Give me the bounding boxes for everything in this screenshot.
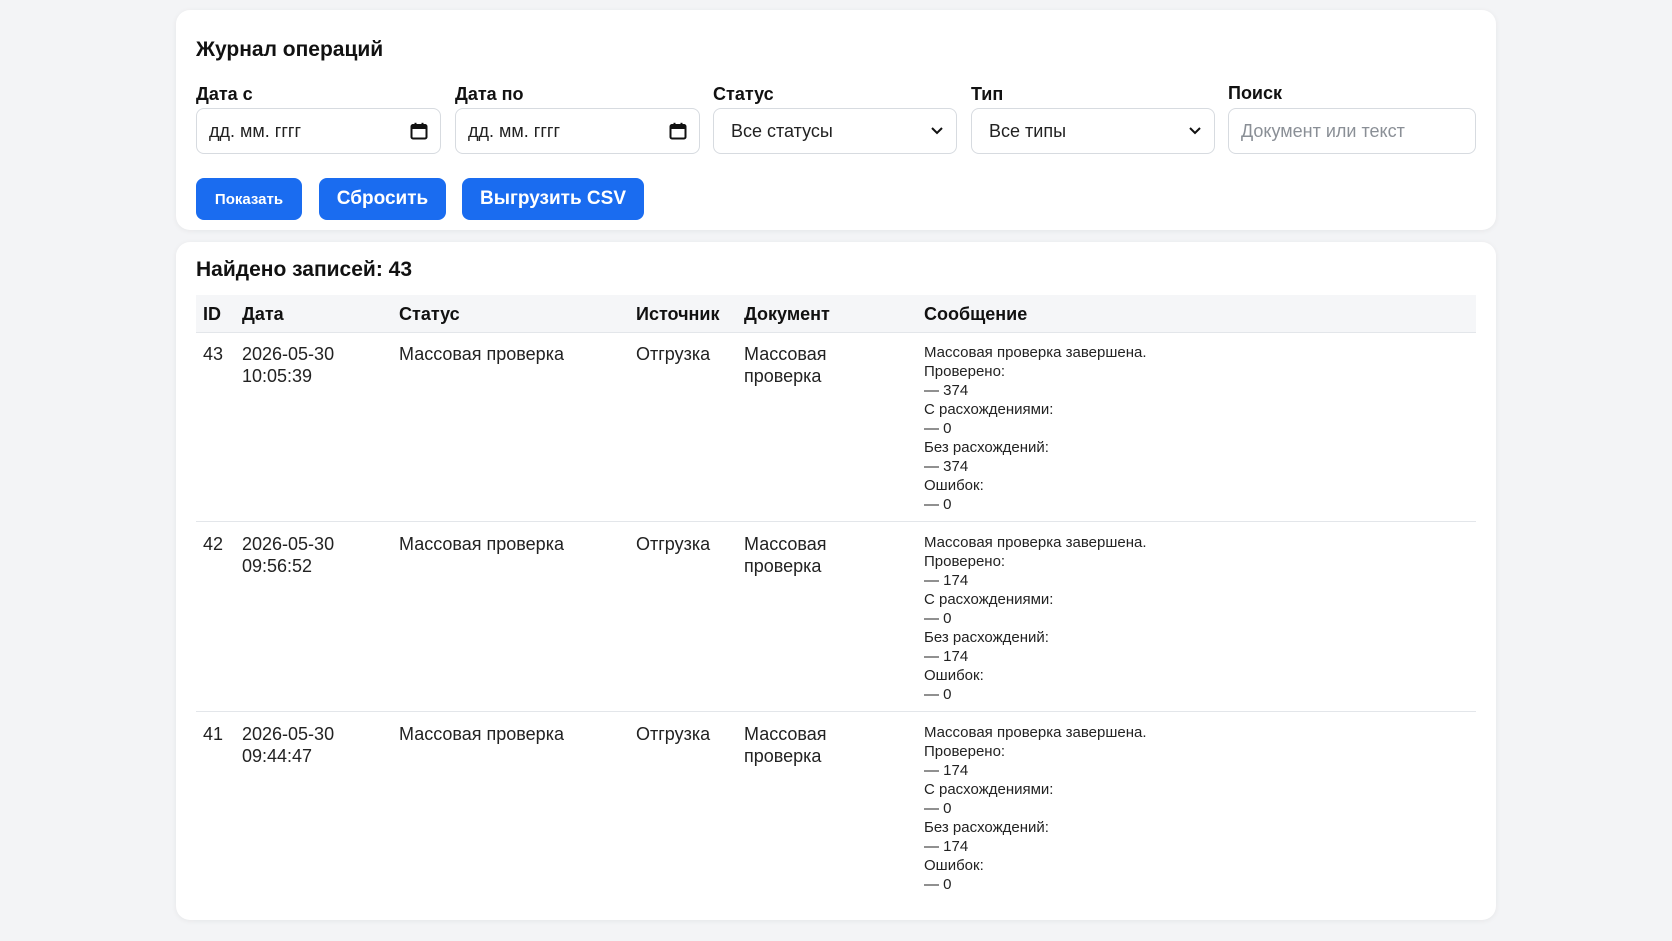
message-line: — 174: [924, 762, 969, 779]
reset-button[interactable]: Сбросить: [319, 178, 446, 220]
column-header-status: Статус: [399, 304, 460, 324]
date-from-value: дд. мм. гггг: [209, 120, 302, 141]
date-from-label: Дата с: [196, 84, 253, 104]
message-line: — 0: [924, 420, 952, 437]
calendar-icon[interactable]: [669, 122, 687, 140]
date-to-input[interactable]: дд. мм. гггг: [455, 108, 700, 154]
row-document-line: проверка: [744, 746, 822, 766]
table-row: 41 2026-05-30 09:44:47 Массовая проверка…: [196, 713, 1476, 902]
row-document-line: Массовая: [744, 724, 827, 744]
row-document-line: Массовая: [744, 534, 827, 554]
message-line: — 374: [924, 382, 969, 399]
message-line: Проверено:: [924, 553, 1006, 570]
message-line: Ошибок:: [924, 857, 984, 874]
row-document: Массовая проверка: [744, 343, 827, 387]
row-document: Массовая проверка: [744, 533, 827, 577]
message-line: Массовая проверка завершена.: [924, 534, 1147, 551]
message-line: Массовая проверка завершена.: [924, 724, 1147, 741]
message-line: — 0: [924, 876, 952, 893]
table-header: ID Дата Статус Источник Документ Сообщен…: [196, 295, 1476, 333]
row-document-line: проверка: [744, 366, 822, 386]
message-line: Проверено:: [924, 363, 1006, 380]
row-date-day: 2026-05-30: [242, 534, 335, 554]
message-line: Без расхождений:: [924, 439, 1049, 456]
export-csv-button[interactable]: Выгрузить CSV: [462, 178, 644, 220]
column-header-message: Сообщение: [924, 304, 1028, 324]
filters-panel: Журнал операций Дата с дд. мм. гггг Дата…: [176, 10, 1496, 230]
message-line: — 174: [924, 648, 969, 665]
date-to-label: Дата по: [455, 84, 524, 104]
row-message: Массовая проверка завершена. Проверено: …: [924, 723, 1147, 894]
message-line: Ошибок:: [924, 477, 984, 494]
message-line: — 0: [924, 686, 952, 703]
table-row: 42 2026-05-30 09:56:52 Массовая проверка…: [196, 523, 1476, 712]
row-status: Массовая проверка: [399, 534, 564, 554]
chevron-down-icon: [1189, 127, 1201, 135]
date-to-value: дд. мм. гггг: [468, 120, 561, 141]
search-label: Поиск: [1228, 83, 1283, 103]
row-date: 2026-05-30 09:44:47: [242, 723, 334, 767]
row-message: Массовая проверка завершена. Проверено: …: [924, 533, 1147, 704]
row-date: 2026-05-30 09:56:52: [242, 533, 334, 577]
results-count: Найдено записей: 43: [196, 258, 412, 281]
message-line: С расхождениями:: [924, 591, 1054, 608]
row-date-time: 09:44:47: [242, 746, 313, 766]
column-header-date: Дата: [242, 304, 284, 324]
message-line: С расхождениями:: [924, 781, 1054, 798]
chevron-down-icon: [931, 127, 943, 135]
row-source: Отгрузка: [636, 534, 711, 554]
row-document-line: Массовая: [744, 344, 827, 364]
row-id: 43: [203, 344, 224, 364]
message-line: Проверено:: [924, 743, 1006, 760]
results-panel: Найдено записей: 43 ID Дата Статус Источ…: [176, 242, 1496, 920]
row-date-day: 2026-05-30: [242, 724, 335, 744]
show-button[interactable]: Показать: [196, 178, 302, 220]
message-line: — 374: [924, 458, 969, 475]
message-line: — 0: [924, 496, 952, 513]
date-from-input[interactable]: дд. мм. гггг: [196, 108, 441, 154]
row-id: 41: [203, 724, 224, 744]
row-status: Массовая проверка: [399, 344, 564, 364]
status-label: Статус: [713, 84, 774, 104]
type-select-value: Все типы: [989, 120, 1067, 141]
row-source: Отгрузка: [636, 724, 711, 744]
status-select[interactable]: Все статусы: [713, 108, 957, 154]
table-row: 43 2026-05-30 10:05:39 Массовая проверка…: [196, 333, 1476, 522]
calendar-icon[interactable]: [410, 122, 428, 140]
search-input[interactable]: [1241, 120, 1463, 142]
message-line: — 174: [924, 838, 969, 855]
message-line: Ошибок:: [924, 667, 984, 684]
row-date-time: 09:56:52: [242, 556, 313, 576]
type-label: Тип: [971, 84, 1004, 104]
row-status: Массовая проверка: [399, 724, 564, 744]
row-date-time: 10:05:39: [242, 366, 313, 386]
message-line: — 0: [924, 610, 952, 627]
row-date: 2026-05-30 10:05:39: [242, 343, 334, 387]
message-line: Без расхождений:: [924, 629, 1049, 646]
message-line: — 0: [924, 800, 952, 817]
message-line: С расхождениями:: [924, 401, 1054, 418]
search-field[interactable]: [1228, 108, 1476, 154]
column-header-document: Документ: [744, 304, 830, 324]
row-source: Отгрузка: [636, 344, 711, 364]
column-header-id: ID: [203, 304, 221, 324]
row-document: Массовая проверка: [744, 723, 827, 767]
message-line: Без расхождений:: [924, 819, 1049, 836]
row-id: 42: [203, 534, 224, 554]
page-title: Журнал операций: [196, 38, 384, 61]
message-line: Массовая проверка завершена.: [924, 344, 1147, 361]
row-date-day: 2026-05-30: [242, 344, 335, 364]
message-line: — 174: [924, 572, 969, 589]
row-document-line: проверка: [744, 556, 822, 576]
type-select[interactable]: Все типы: [971, 108, 1215, 154]
row-message: Массовая проверка завершена. Проверено: …: [924, 343, 1147, 514]
column-header-source: Источник: [636, 304, 720, 324]
status-select-value: Все статусы: [731, 120, 833, 141]
